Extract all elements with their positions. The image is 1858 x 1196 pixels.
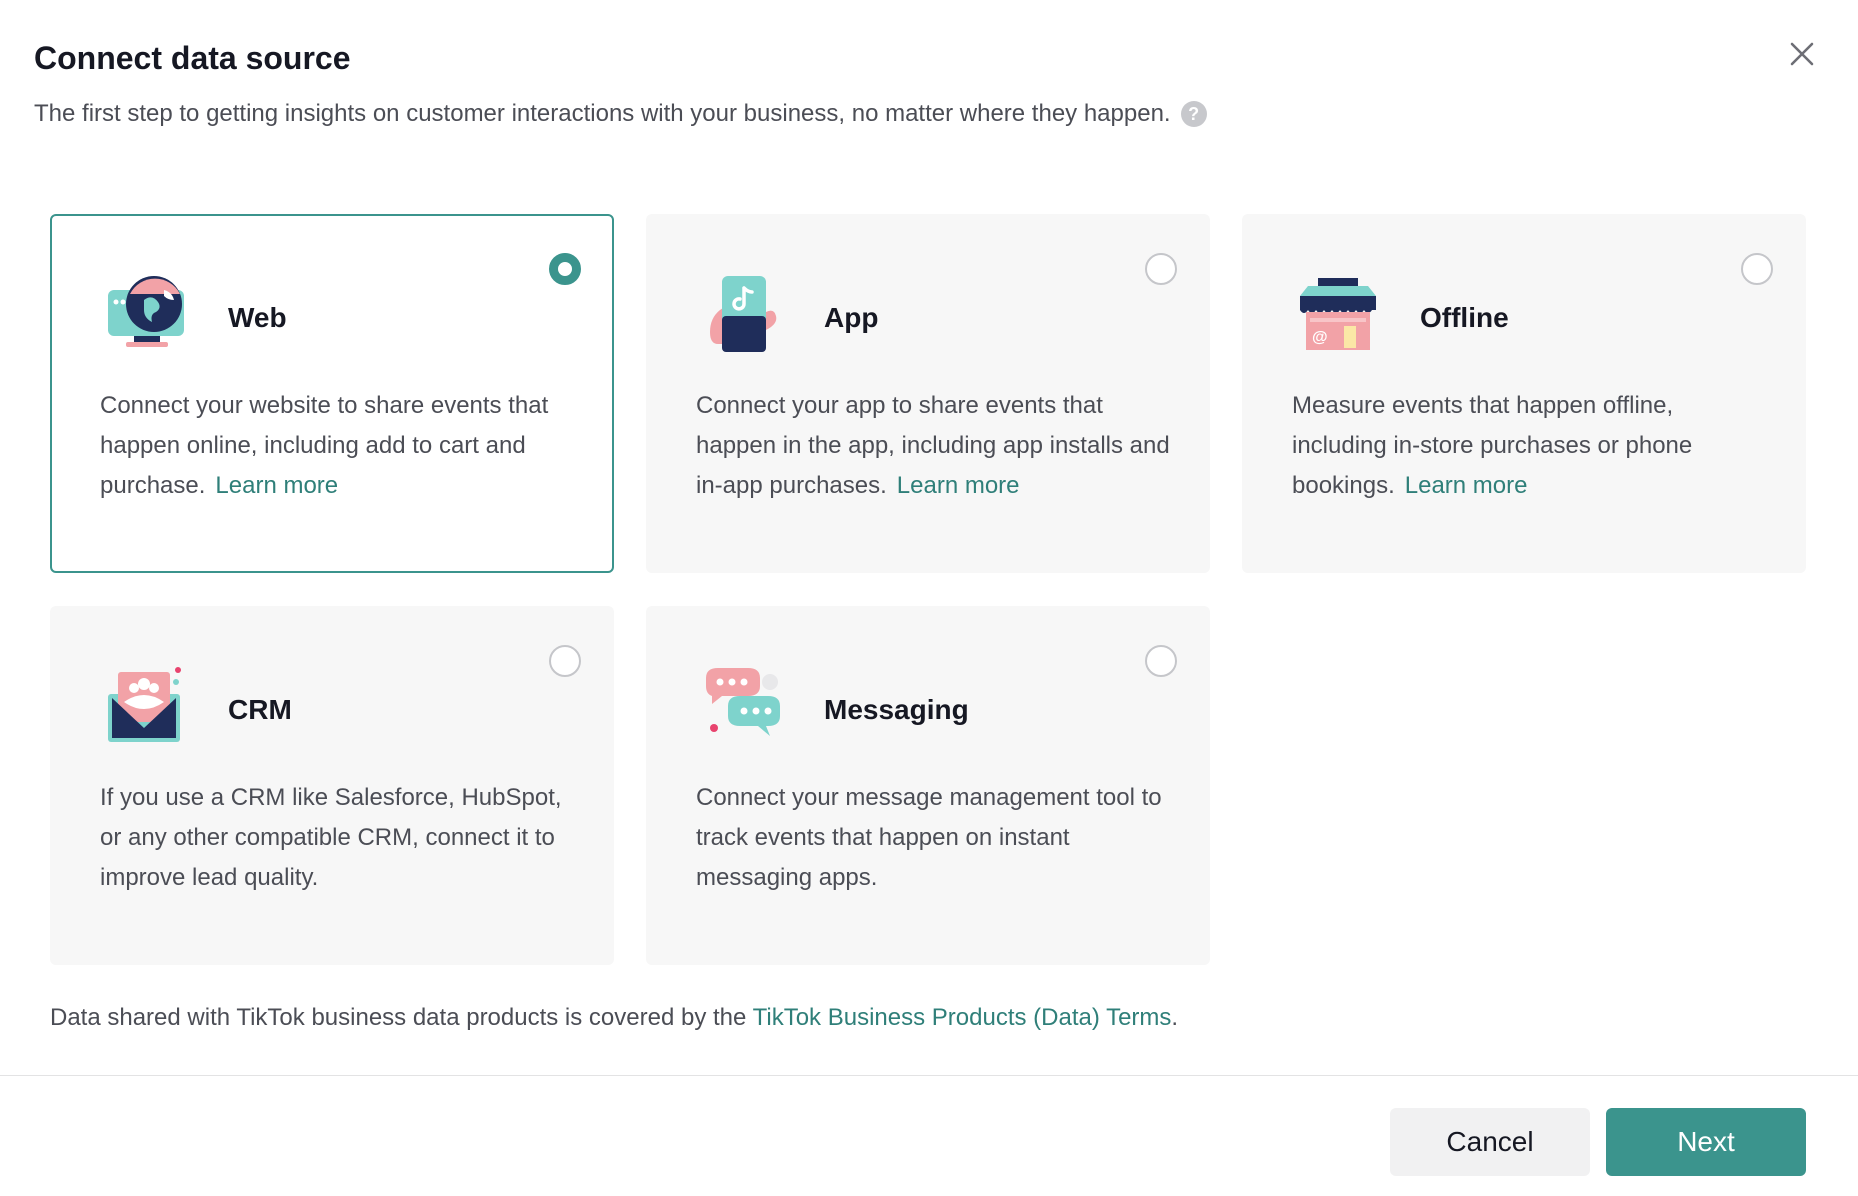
phone-app-icon xyxy=(710,276,777,352)
footer-divider xyxy=(0,1075,1858,1076)
terms-link[interactable]: TikTok Business Products (Data) Terms xyxy=(753,1004,1172,1031)
card-messaging[interactable]: Messaging Connect your message managemen… xyxy=(646,606,1210,965)
footnote-end: . xyxy=(1171,1004,1179,1031)
card-web[interactable]: Web Connect your website to share events… xyxy=(50,214,614,573)
crm-envelope-icon xyxy=(108,667,181,742)
cancel-button[interactable]: Cancel xyxy=(1390,1108,1590,1176)
footnote-text: Data shared with TikTok business data pr… xyxy=(50,1004,753,1031)
globe-monitor-icon xyxy=(108,276,184,347)
radio-messaging[interactable] xyxy=(1145,645,1177,677)
next-button[interactable]: Next xyxy=(1606,1108,1806,1176)
question-icon[interactable]: ? xyxy=(1180,101,1207,127)
store-icon: @ xyxy=(1300,278,1376,350)
radio-app[interactable] xyxy=(1145,253,1177,285)
learn-more-link-app[interactable]: Learn more xyxy=(897,472,1020,499)
card-offline-title: Offline xyxy=(1420,302,1509,333)
card-messaging-desc: Connect your message management tool to … xyxy=(696,778,1176,898)
learn-more-link-offline[interactable]: Learn more xyxy=(1405,472,1528,499)
connect-data-source-dialog: Connect data source The first step to ge… xyxy=(0,0,1858,1196)
card-messaging-desc-text: Connect your message management tool to … xyxy=(696,784,1162,891)
card-offline-desc: Measure events that happen offline, incl… xyxy=(1292,386,1772,506)
close-button[interactable] xyxy=(1784,36,1820,72)
card-crm-title: CRM xyxy=(228,694,292,725)
card-offline[interactable]: @ Offline Measure events that happen off… xyxy=(1242,214,1806,573)
card-crm-desc-text: If you use a CRM like Salesforce, HubSpo… xyxy=(100,784,562,891)
data-terms-footnote: Data shared with TikTok business data pr… xyxy=(50,1004,1178,1032)
radio-offline[interactable] xyxy=(1741,253,1773,285)
radio-crm[interactable] xyxy=(549,645,581,677)
card-app-title: App xyxy=(824,302,879,333)
card-crm-desc: If you use a CRM like Salesforce, HubSpo… xyxy=(100,778,580,898)
dialog-subtitle: The first step to getting insights on cu… xyxy=(34,100,1207,128)
svg-text:@: @ xyxy=(1312,329,1328,346)
card-web-desc: Connect your website to share events tha… xyxy=(100,386,580,506)
dialog-title: Connect data source xyxy=(34,40,351,76)
card-crm[interactable]: CRM If you use a CRM like Salesforce, Hu… xyxy=(50,606,614,965)
close-icon xyxy=(1790,42,1814,66)
card-messaging-title: Messaging xyxy=(824,694,969,725)
learn-more-link-web[interactable]: Learn more xyxy=(215,472,338,499)
chat-bubbles-icon xyxy=(706,668,780,736)
card-web-title: Web xyxy=(228,302,287,333)
card-app[interactable]: App Connect your app to share events tha… xyxy=(646,214,1210,573)
radio-web[interactable] xyxy=(549,253,581,285)
subtitle-text: The first step to getting insights on cu… xyxy=(34,100,1171,127)
card-app-desc: Connect your app to share events that ha… xyxy=(696,386,1176,506)
